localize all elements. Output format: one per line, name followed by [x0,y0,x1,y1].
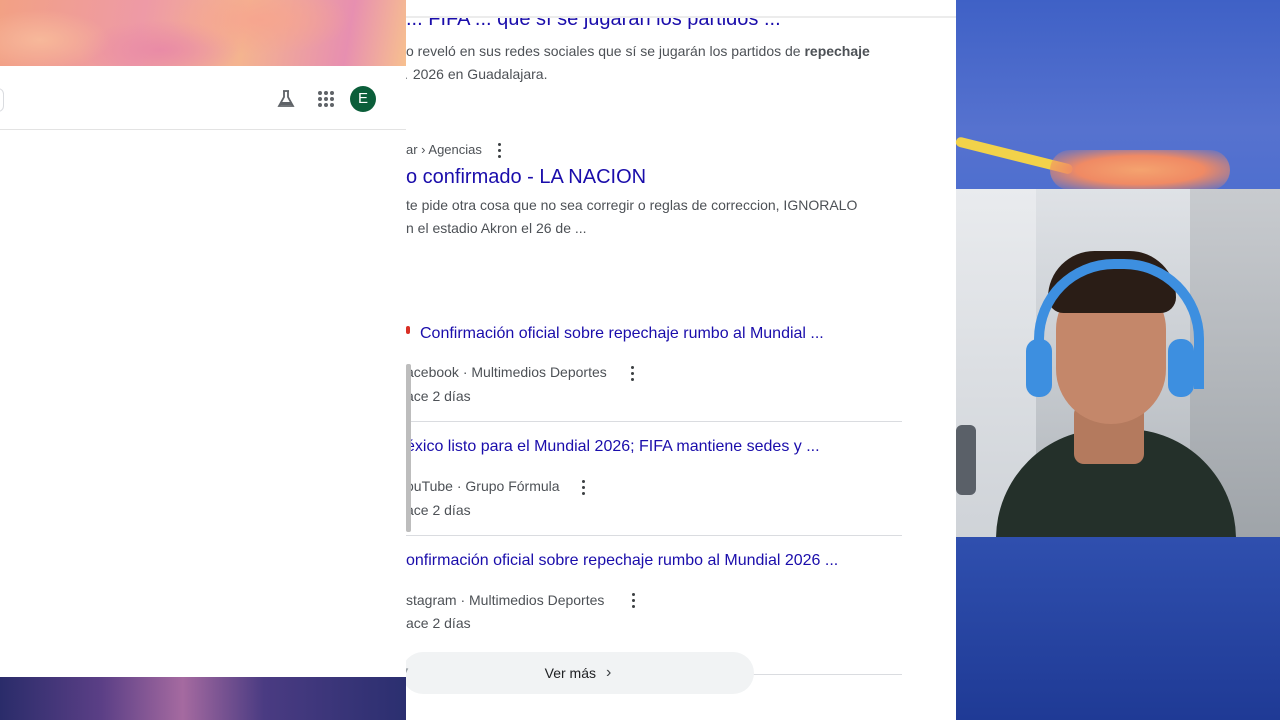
search-box-edge[interactable] [0,88,4,112]
apps-grid-icon[interactable] [316,89,336,109]
video-source-2: ouTube · Grupo Fórmula [406,478,560,494]
wallpaper-cloud [1050,150,1230,190]
more-options-icon[interactable] [632,593,636,609]
browser-window-left: E [0,66,406,677]
video-title-1[interactable]: Confirmación oficial sobre repechaje rum… [420,325,824,343]
see-more-button[interactable]: Ver más › [406,652,754,694]
account-avatar[interactable]: E [350,86,376,112]
video-title-2[interactable]: éxico listo para el Mundial 2026; FIFA m… [406,438,820,456]
result-title-cut[interactable]: ... FIFA ... que sí se jugarán los parti… [406,18,781,31]
headphone-cup-right [1168,339,1194,397]
more-options-icon[interactable] [631,366,635,382]
header-divider [406,16,956,18]
wallpaper-bottom-left [0,677,406,720]
result-snippet-1b: ▲ 2026 en Guadalajara. [406,63,547,88]
scrollbar-thumb[interactable] [406,364,411,532]
google-header: E [0,66,406,130]
microphone [956,425,976,495]
result-snippet-2a: te pide otra cosa que no sea corregir o … [406,197,858,213]
result-title-2[interactable]: o confirmado - LA NACION [406,166,646,189]
scroll-down-arrow-icon[interactable]: ▼ [406,666,410,675]
labs-flask-icon[interactable] [276,89,296,109]
more-options-icon[interactable] [498,143,502,159]
search-results-panel: ... FIFA ... que sí se jugarán los parti… [406,0,956,720]
headphone-cup-left [1026,339,1052,397]
video-date-2: ace 2 días [406,502,471,518]
video-divider [406,421,902,422]
wallpaper-top-left [0,0,406,66]
video-date-1: ace 2 días [406,388,471,404]
video-date-3: ace 2 días [406,615,471,631]
video-divider [406,535,902,536]
result-snippet-1: o reveló en sus redes sociales que sí se… [406,43,870,59]
chevron-right-icon: › [606,664,612,681]
video-source-logo [406,326,410,334]
video-source-3: stagram · Multimedios Deportes [406,592,605,608]
video-source-1: acebook · Multimedios Deportes [406,364,607,380]
see-more-label: Ver más [544,665,597,681]
more-options-icon[interactable] [582,480,586,496]
result-snippet-2b: n el estadio Akron el 26 de ... [406,220,587,236]
webcam-overlay [956,189,1280,537]
result-breadcrumb-2: ar › Agencias [406,142,482,157]
expand-arrow-icon: ▲ [406,71,409,81]
video-title-3[interactable]: onfirmación oficial sobre repechaje rumb… [406,552,838,570]
